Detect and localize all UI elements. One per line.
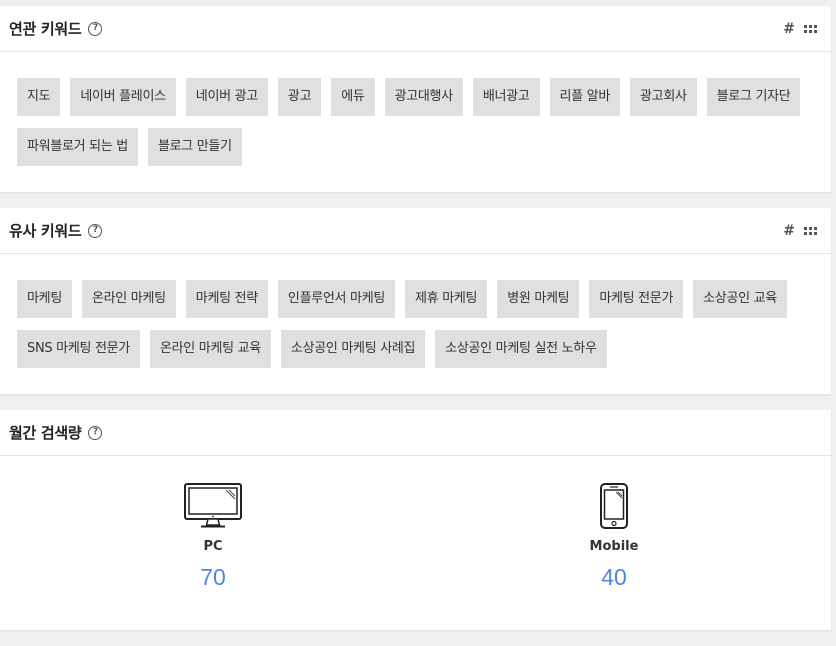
help-icon[interactable]: ? (88, 425, 103, 440)
keyword-tag[interactable]: 리플 알바 (549, 78, 621, 116)
keyword-tag[interactable]: 블로그 만들기 (147, 128, 242, 166)
hash-icon[interactable]: # (783, 223, 795, 239)
header-tools: # (783, 21, 817, 37)
keyword-tag[interactable]: 제휴 마케팅 (405, 280, 488, 318)
header-tools: # (783, 223, 817, 239)
keyword-tag[interactable]: 광고대행사 (384, 78, 463, 116)
related-keywords-header: 연관 키워드 ? # (0, 6, 831, 52)
keyword-tag[interactable]: 에듀 (331, 78, 375, 116)
keyword-tag[interactable]: 온라인 마케팅 교육 (149, 330, 271, 368)
volume-body: PC 70 Mobile 40 (0, 456, 831, 630)
help-icon[interactable]: ? (88, 223, 103, 238)
keyword-tag[interactable]: 소상공인 마케팅 사례집 (280, 330, 426, 368)
keyword-tag[interactable]: SNS 마케팅 전문가 (17, 330, 140, 368)
hash-icon[interactable]: # (783, 21, 795, 37)
related-keywords-panel: 연관 키워드 ? # 지도 네이버 플레이스 네이버 광고 광고 에듀 광고대행… (0, 6, 831, 192)
similar-keywords-tags: 마케팅 온라인 마케팅 마케팅 전략 인플루언서 마케팅 제휴 마케팅 병원 마… (0, 254, 831, 380)
mobile-value: 40 (601, 564, 627, 590)
monthly-volume-header: 월간 검색량 ? (0, 410, 831, 456)
keyword-tag[interactable]: 네이버 광고 (185, 78, 268, 116)
keyword-tag[interactable]: 소상공인 마케팅 실전 노하우 (435, 330, 607, 368)
keyword-tag[interactable]: 온라인 마케팅 (81, 280, 176, 318)
related-keywords-title: 연관 키워드 (9, 20, 82, 38)
pc-volume: PC 70 (153, 483, 273, 591)
pc-value: 70 (200, 564, 226, 590)
similar-keywords-title: 유사 키워드 (9, 222, 82, 240)
similar-keywords-header: 유사 키워드 ? # (0, 208, 831, 254)
keyword-tag[interactable]: 소상공인 교육 (693, 280, 787, 318)
keyword-tag[interactable]: 광고회사 (630, 78, 697, 116)
keyword-tag[interactable]: 광고 (277, 78, 322, 116)
keyword-tag[interactable]: 배너광고 (472, 78, 540, 116)
help-icon[interactable]: ? (88, 21, 103, 36)
monthly-volume-title: 월간 검색량 (9, 424, 82, 442)
keyword-tag[interactable]: 마케팅 전문가 (589, 280, 684, 318)
smartphone-icon (600, 483, 628, 529)
similar-keywords-panel: 유사 키워드 ? # 마케팅 온라인 마케팅 마케팅 전략 인플루언서 마케팅 … (0, 208, 831, 394)
keyword-tag[interactable]: 블로그 기자단 (706, 78, 801, 116)
grid-view-icon[interactable] (804, 24, 817, 35)
monitor-icon (184, 483, 242, 528)
keyword-tag[interactable]: 마케팅 전략 (185, 280, 268, 318)
keyword-tag[interactable]: 병원 마케팅 (497, 280, 580, 318)
keyword-tag[interactable]: 네이버 플레이스 (70, 78, 176, 116)
pc-label: PC (203, 539, 223, 554)
mobile-label: Mobile (589, 539, 639, 554)
grid-view-icon[interactable] (804, 226, 817, 237)
keyword-tag[interactable]: 파워블로거 되는 법 (17, 128, 138, 166)
monthly-volume-panel: 월간 검색량 ? PC 70 Mobile 40 (0, 410, 831, 630)
mobile-volume: Mobile 40 (554, 483, 674, 591)
keyword-tag[interactable]: 지도 (17, 78, 61, 116)
keyword-tag[interactable]: 인플루언서 마케팅 (277, 280, 396, 318)
related-keywords-tags: 지도 네이버 플레이스 네이버 광고 광고 에듀 광고대행사 배너광고 리플 알… (0, 52, 831, 178)
keyword-tag[interactable]: 마케팅 (17, 280, 72, 318)
